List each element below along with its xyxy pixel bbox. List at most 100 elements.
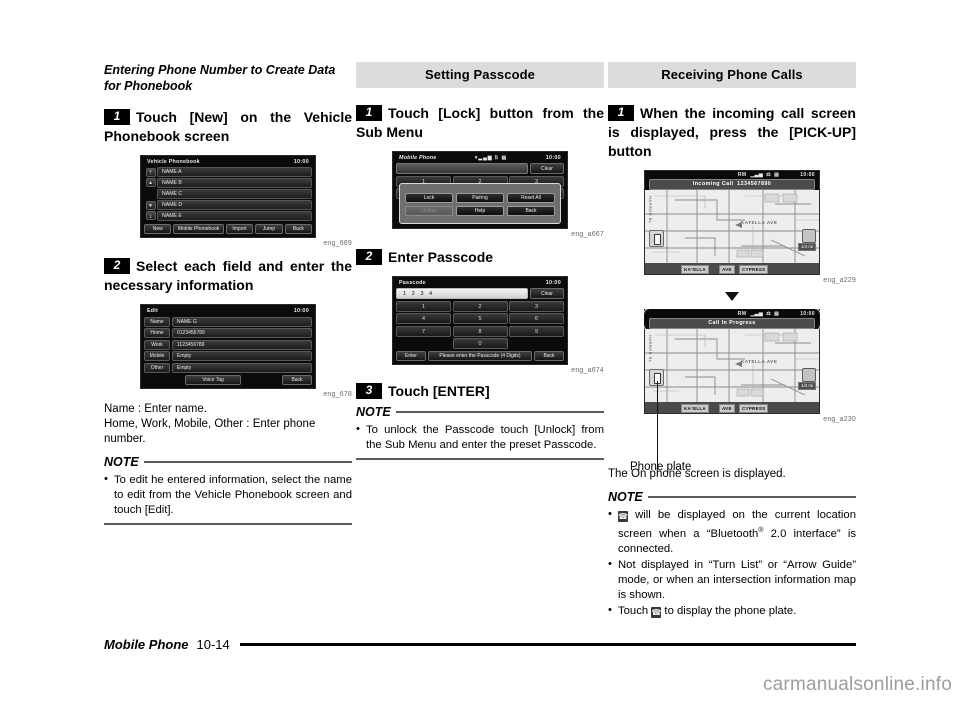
- signal-icon: ▁▃▅: [750, 172, 764, 178]
- street-label: KATELLA AVE: [741, 220, 778, 225]
- key-7[interactable]: 7: [396, 325, 451, 337]
- edit-footer-row: Voice Tag Back: [144, 374, 312, 385]
- pairing-button[interactable]: Pairing: [456, 193, 504, 203]
- key-1[interactable]: 1: [396, 300, 451, 312]
- enter-button[interactable]: Enter: [396, 351, 426, 362]
- figure-mobile-phone-submenu: Mobile Phone ▾▂▄▆ ␢ ▤ 10:00 Clear 1 2 3 …: [356, 151, 604, 238]
- screen-clock: 10:00: [800, 311, 815, 317]
- scroll-up-icon[interactable]: ▲: [145, 178, 156, 188]
- number-entry-row: Clear: [396, 163, 564, 175]
- bluetooth-icon: ⚖: [766, 172, 772, 178]
- map-scale-indicator[interactable]: 1/4 mi: [798, 382, 816, 390]
- passcode-screen: Passcode 10:00 1 2 3 4 Clear 1 2 3 4 5 6…: [392, 276, 568, 366]
- compass-icon[interactable]: [802, 229, 816, 243]
- back-button[interactable]: Back: [507, 206, 555, 216]
- phone-plate-number: 1234567890: [737, 181, 772, 187]
- back-button[interactable]: Back: [284, 224, 312, 235]
- scroll-down-icon[interactable]: ▼: [145, 201, 156, 211]
- help-button[interactable]: Help: [456, 206, 504, 216]
- field-value[interactable]: 0123456789: [172, 328, 312, 339]
- figure-call-in-progress: RM ▁▃▅ ⚖ ▤ 10:00 Call In Progress HARBOR…: [608, 309, 856, 423]
- topic-title: Entering Phone Number to Create Data for…: [104, 63, 336, 93]
- key-8[interactable]: 8: [452, 325, 508, 337]
- list-item[interactable]: NAME A: [157, 167, 312, 177]
- street-tag: KA°ELLA: [681, 404, 709, 413]
- map-canvas[interactable]: HARBOR BL KATELLA AVE 1/4 mi: [645, 329, 819, 402]
- roaming-indicator: RM: [737, 311, 747, 317]
- key-blank-left: [396, 338, 451, 349]
- screen-title: Passcode: [399, 280, 426, 286]
- list-item[interactable]: NAME B: [157, 178, 312, 188]
- clear-button[interactable]: Clear: [530, 288, 564, 300]
- callout-label: Phone plate: [630, 461, 692, 473]
- footer-title: Mobile Phone: [104, 637, 189, 652]
- note-item: To edit he entered information, select t…: [104, 472, 352, 518]
- key-4[interactable]: 4: [396, 313, 451, 325]
- bluetooth-phone-icon: ☎: [618, 511, 628, 522]
- sub-menu-panel: Lock Pairing Reset All Unlock Help Back: [399, 183, 561, 224]
- key-9[interactable]: 9: [509, 325, 564, 337]
- street-tag: KA°ELLA: [681, 265, 709, 274]
- new-button[interactable]: New: [144, 224, 172, 235]
- map-bottom-bar: KA°ELLA AVE CYPRESS: [645, 263, 819, 274]
- note-label: NOTE: [104, 454, 139, 469]
- back-button[interactable]: Back: [282, 374, 312, 385]
- key-3[interactable]: 3: [509, 300, 564, 312]
- passcode-input[interactable]: 1 2 3 4: [396, 288, 528, 300]
- left-step-2: 2 Select each field and enter the necessa…: [104, 257, 352, 295]
- note-block: NOTE ☎ will be displayed on the current …: [608, 490, 856, 619]
- map-roads: [645, 190, 819, 263]
- battery-icon: ▤: [774, 172, 780, 178]
- street-tag: CYPRESS: [739, 265, 769, 274]
- screen-titlebar: Vehicle Phonebook 10:00: [144, 159, 312, 167]
- passcode-entry-row: 1 2 3 4 Clear: [396, 288, 564, 300]
- key-2[interactable]: 2: [452, 300, 508, 312]
- screen-titlebar: Edit 10:00: [144, 308, 312, 316]
- import-button[interactable]: Import: [225, 224, 254, 235]
- figure-passcode-screen: Passcode 10:00 1 2 3 4 Clear 1 2 3 4 5 6…: [356, 276, 604, 374]
- status-line: RM ▁▃▅ ⚖ ▤ 10:00: [649, 311, 815, 318]
- phone-map-icon[interactable]: [649, 230, 664, 247]
- street-tag: CYPRESS: [739, 404, 769, 413]
- reset-all-button[interactable]: Reset All: [507, 193, 555, 203]
- back-button[interactable]: Back: [534, 351, 564, 362]
- compass-icon[interactable]: [802, 368, 816, 382]
- field-value[interactable]: 1123456789: [172, 339, 312, 350]
- note-label: NOTE: [356, 405, 391, 420]
- scroll-bottom-icon[interactable]: ⤓: [145, 211, 156, 221]
- bluetooth-phone-icon: ☎: [651, 606, 662, 618]
- step-text: Touch [ENTER]: [388, 383, 490, 400]
- map-canvas[interactable]: HARBOR BL KATELLA AVE 1/4 mi: [645, 190, 819, 263]
- clear-button[interactable]: Clear: [530, 163, 564, 175]
- note-item-3-post: to display the phone plate.: [661, 604, 797, 617]
- map-scale-indicator[interactable]: 1/4 mi: [798, 243, 816, 251]
- field-value[interactable]: Empty: [172, 351, 312, 362]
- middle-step-1: 1 Touch [Lock] button from the Sub Menu: [356, 104, 604, 142]
- list-item[interactable]: NAME D: [157, 200, 312, 210]
- field-value[interactable]: NAME G: [172, 316, 312, 327]
- note-label: NOTE: [608, 490, 643, 504]
- voice-tag-button[interactable]: Voice Tag: [185, 374, 241, 385]
- key-6[interactable]: 6: [509, 313, 564, 325]
- scroll-top-icon[interactable]: ⤒: [145, 168, 156, 178]
- jump-button[interactable]: Jump: [255, 224, 283, 235]
- left-column: Entering Phone Number to Create Data for…: [104, 62, 352, 525]
- lock-button[interactable]: Lock: [405, 193, 453, 203]
- manual-page: Entering Phone Number to Create Data for…: [0, 0, 960, 708]
- key-5[interactable]: 5: [452, 313, 508, 325]
- callout-leader: Phone plate: [608, 381, 856, 473]
- list-item[interactable]: NAME E: [157, 211, 312, 221]
- phone-plate-in-progress: Call In Progress: [649, 318, 815, 329]
- note-items: To edit he entered information, select t…: [104, 472, 352, 518]
- passcode-footer-row: Enter Please enter the Passcode (4 Digit…: [396, 351, 564, 362]
- street-tag: AVE: [719, 404, 735, 413]
- figure-caption: eng_669: [323, 240, 352, 248]
- list-item[interactable]: NAME C: [157, 189, 312, 199]
- field-value[interactable]: Empty: [172, 362, 312, 373]
- number-input[interactable]: [396, 163, 528, 175]
- key-0[interactable]: 0: [452, 338, 508, 350]
- mobile-phonebook-button[interactable]: Mobile Phonebook: [173, 224, 224, 235]
- note-item-2: Not displayed in “Turn List” or “Arrow G…: [608, 557, 856, 603]
- section-title-receiving-phone-calls: Receiving Phone Calls: [608, 62, 856, 88]
- screen-titlebar: Mobile Phone ▾▂▄▆ ␢ ▤ 10:00: [396, 155, 564, 163]
